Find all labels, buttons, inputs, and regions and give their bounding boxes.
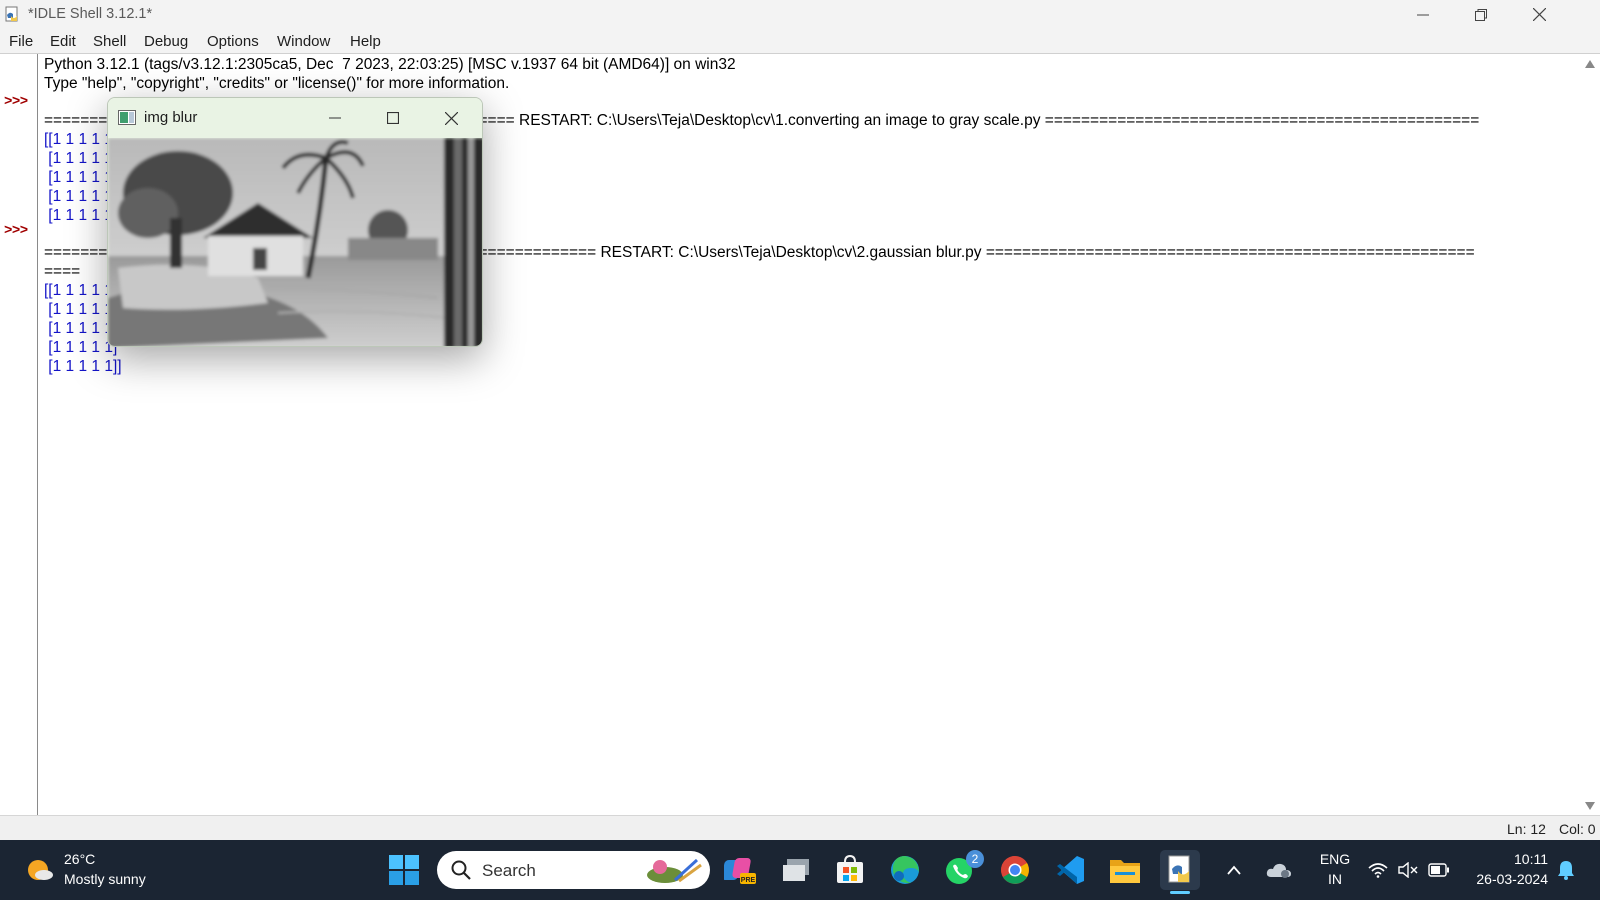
idle-icon (1168, 855, 1190, 883)
close-button[interactable] (1510, 0, 1568, 29)
menu-edit[interactable]: Edit (50, 33, 76, 50)
idle-taskbar-button[interactable] (1160, 850, 1200, 890)
notifications-button[interactable] (1554, 850, 1578, 890)
edge-icon (891, 856, 919, 884)
task-view-button[interactable] (776, 850, 816, 890)
onedrive-button[interactable] (1264, 850, 1294, 890)
bell-icon (1558, 861, 1574, 880)
onedrive-cloud-icon (1266, 863, 1291, 878)
input-language[interactable]: ENG (1315, 851, 1355, 867)
window-title: *IDLE Shell 3.12.1* (28, 6, 153, 22)
image-window[interactable]: img blur (107, 97, 483, 347)
search-icon (451, 860, 471, 880)
battery-button[interactable] (1426, 850, 1452, 890)
image-close-button[interactable] (422, 98, 480, 138)
scroll-down-icon[interactable] (1585, 802, 1595, 810)
microsoft-store-button[interactable] (830, 850, 870, 890)
shell-prompt: >>> (4, 94, 28, 110)
menu-help[interactable]: Help (350, 33, 381, 50)
menu-bar: File Edit Shell Debug Options Window Hel… (0, 29, 1600, 54)
menu-file[interactable]: File (9, 33, 33, 50)
wifi-button[interactable] (1366, 850, 1390, 890)
blurred-landscape-image (108, 138, 482, 346)
volume-muted-icon (1398, 862, 1418, 878)
weather-sun-icon[interactable] (26, 856, 54, 884)
restore-button[interactable] (1452, 0, 1510, 29)
image-minimize-button[interactable] (306, 98, 364, 138)
input-region[interactable]: IN (1315, 871, 1355, 887)
title-bar[interactable]: *IDLE Shell 3.12.1* (0, 0, 1600, 29)
image-window-icon (118, 110, 136, 125)
copilot-button[interactable]: PRE (720, 850, 760, 890)
vscode-icon (1057, 856, 1084, 884)
clock-date[interactable]: 26-03-2024 (1460, 871, 1548, 887)
vertical-scrollbar[interactable] (1580, 54, 1600, 815)
minimize-icon (329, 117, 341, 119)
search-highlight-illustration-icon (647, 858, 702, 883)
copilot-icon: PRE (724, 858, 756, 884)
file-explorer-button[interactable] (1105, 850, 1145, 890)
task-view-icon (783, 859, 809, 881)
taskbar-search-box[interactable]: Search (437, 851, 710, 889)
menu-shell[interactable]: Shell (93, 33, 126, 50)
menu-window[interactable]: Window (277, 33, 330, 50)
banner-line: Type "help", "copyright", "credits" or "… (44, 75, 510, 92)
wifi-icon (1368, 863, 1388, 878)
restart-line-wrap: ==== (44, 263, 81, 280)
clock-time[interactable]: 10:11 (1468, 851, 1548, 867)
output-line: [1 1 1 1 1] (44, 339, 118, 356)
start-button[interactable] (384, 850, 424, 890)
minimize-icon (1417, 14, 1429, 15)
shell-prompt: >>> (4, 223, 28, 239)
line-number: Ln: 12 (1507, 821, 1546, 837)
chevron-up-icon (1227, 865, 1241, 875)
edge-button[interactable] (885, 850, 925, 890)
image-maximize-button[interactable] (364, 98, 422, 138)
whatsapp-button[interactable]: 2 (940, 850, 984, 890)
scroll-up-icon[interactable] (1585, 60, 1595, 68)
vscode-button[interactable] (1050, 850, 1090, 890)
store-icon (837, 855, 863, 883)
close-icon (444, 111, 458, 125)
idle-app-icon (5, 6, 18, 22)
image-window-title: img blur (144, 109, 198, 126)
search-label: Search (482, 861, 536, 880)
menu-options[interactable]: Options (207, 33, 259, 50)
image-window-title-bar[interactable]: img blur (108, 98, 482, 138)
output-line: [1 1 1 1 1]] (44, 358, 122, 375)
banner-line: Python 3.12.1 (tags/v3.12.1:2305ca5, Dec… (44, 56, 736, 73)
menu-debug[interactable]: Debug (144, 33, 188, 50)
whatsapp-notification-badge: 2 (966, 850, 984, 868)
active-app-indicator (1170, 891, 1190, 894)
column-number: Col: 0 (1559, 821, 1596, 837)
status-bar: Ln: 12 Col: 0 (0, 815, 1600, 840)
chrome-icon (1001, 856, 1029, 884)
close-icon (1532, 8, 1546, 21)
show-hidden-icons-button[interactable] (1222, 850, 1246, 890)
minimize-button[interactable] (1394, 0, 1452, 29)
weather-temperature[interactable]: 26°C (64, 851, 95, 867)
weather-description[interactable]: Mostly sunny (64, 871, 146, 887)
volume-button[interactable] (1396, 850, 1420, 890)
svg-text:PRE: PRE (741, 877, 756, 884)
windows-start-icon (389, 855, 419, 885)
restore-icon (1475, 8, 1487, 21)
maximize-icon (387, 112, 399, 124)
prompt-gutter: >>> >>> (0, 54, 38, 815)
battery-icon (1428, 863, 1449, 877)
chrome-button[interactable] (995, 850, 1035, 890)
file-explorer-icon (1110, 860, 1140, 883)
